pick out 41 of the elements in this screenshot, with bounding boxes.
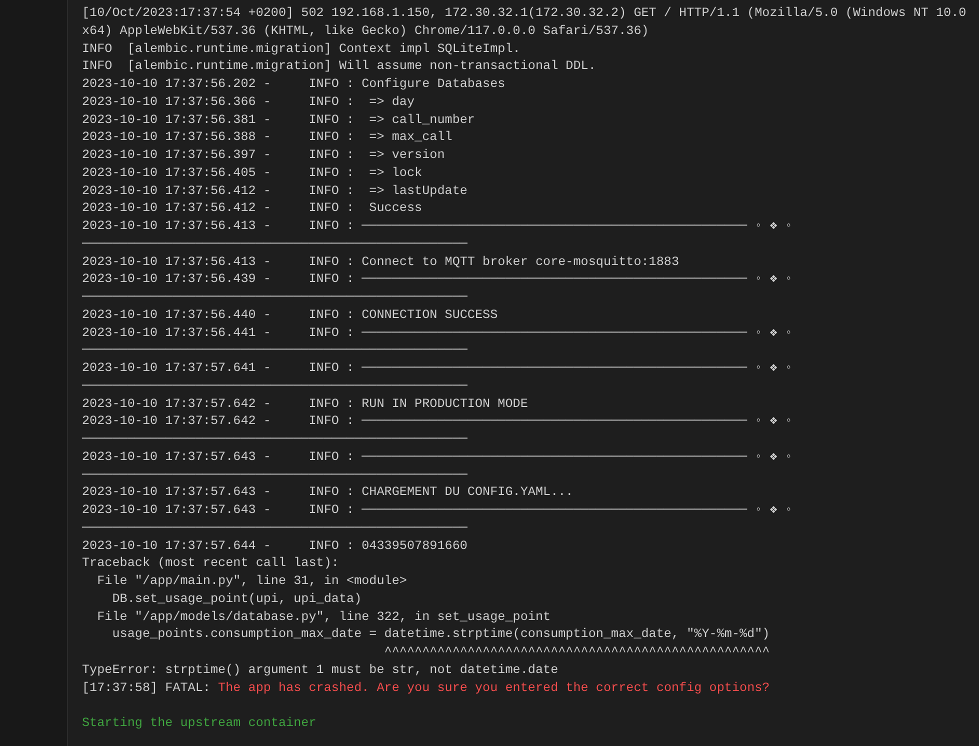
log-line: DB.set_usage_point(upi, upi_data) [111,592,362,606]
log-line: File "/app/models/database.py", line 322, in set_usage_point [96,610,551,624]
log-line: 2023-10-10 17:37:56.413 - INFO : ─────────────────────────────────────────────────── ◦ ❖ ◦ [82,219,792,233]
log-line: 2023-10-10 17:37:56.381 - INFO : => call_number [82,112,475,126]
log-line: 2023-10-10 17:37:56.413 - INFO : Connect to MQTT broker core-mosquitto:1883 [82,254,680,268]
log-line: ─────────────────────────────────────────────────── [82,343,468,358]
log-line: 2023-10-10 17:37:56.441 - INFO : ─────────────────────────────────────────────────── ◦ ❖ ◦ [82,326,792,340]
log-line: ─────────────────────────────────────────────────── [82,290,468,304]
log-line: 2023-10-10 17:37:56.412 - INFO : => lastUpdate [82,184,468,198]
log-line: 2023-10-10 17:37:57.642 - INFO : ─────────────────────────────────────────────────── ◦ ❖ ◦ [82,414,792,428]
log-line: 2023-10-10 17:37:56.388 - INFO : => max_call [82,130,452,144]
log-line: Starting the upstream container [82,716,316,730]
log-line: 2023-10-10 17:37:57.642 - INFO : RUN IN PRODUCTION MODE [82,396,528,410]
log-line: ─────────────────────────────────────────────────── [82,468,468,482]
log-line: ─────────────────────────────────────────────────── [82,520,468,535]
log-line: usage_points.consumption_max_date = datetime.strptime(consumption_max_date, "%Y-%m-%d") [111,627,770,642]
log-line: 2023-10-10 17:37:57.643 - INFO : CHARGEMENT DU CONFIG.YAML... [82,485,574,500]
log-line: ─────────────────────────────────────────────────── [82,432,468,446]
log-line: 2023-10-10 17:37:56.412 - INFO : Success [82,201,422,216]
log-line: 2023-10-10 17:37:57.644 - INFO : 04339507891660 [82,538,468,552]
log-prefix: [17:37:58] FATAL: [82,680,210,694]
log-line: File "/app/main.py", line 31, in <module> [96,574,407,588]
log-line: 2023-10-10 17:37:56.440 - INFO : CONNECTION SUCCESS [82,308,498,322]
log-line: ^^^^^^^^^^^^^^^^^^^^^^^^^^^^^^^^^^^^^^^^^^^^^^^^^^^ [383,645,770,659]
log-line: ─────────────────────────────────────────────────── [82,378,468,393]
log-line: [10/Oct/2023:17:37:54 +0200] 502 192.168.1.150, 172.30.32.1(172.30.32.2) GET / HTTP/1.1 (Mozilla/5.0 (Windows NT 10.0 [82,6,966,20]
log-line: INFO [alembic.runtime.migration] Will assume non-transactional DDL. [82,59,596,74]
log-line: 2023-10-10 17:37:56.397 - INFO : => version [82,148,445,162]
error-message: The app has crashed. Are you sure you entered the correct config options? [218,680,770,694]
log-line: 2023-10-10 17:37:56.202 - INFO : Configure Databases [82,77,506,91]
log-line: 2023-10-10 17:37:56.405 - INFO : => lock [82,166,422,180]
log-line: x64) AppleWebKit/537.36 (KHTML, like Gecko) Chrome/117.0.0.0 Safari/537.36) [82,24,649,38]
log-line: 2023-10-10 17:37:56.439 - INFO : ─────────────────────────────────────────────────── ◦ ❖ ◦ [82,272,792,286]
log-line: 2023-10-10 17:37:57.643 - INFO : ─────────────────────────────────────────────────── ◦ ❖ ◦ [82,503,792,517]
log-line: TypeError: strptime() argument 1 must be str, not datetime.date [82,662,558,677]
log-line: 2023-10-10 17:37:57.641 - INFO : ─────────────────────────────────────────────────── ◦ ❖ ◦ [82,361,792,375]
log-line: INFO [alembic.runtime.migration] Context impl SQLiteImpl. [82,42,520,56]
log-line: 2023-10-10 17:37:56.366 - INFO : => day [82,94,415,109]
log-line: Traceback (most recent call last): [82,556,339,570]
log-line: 2023-10-10 17:37:57.643 - INFO : ─────────────────────────────────────────────────── ◦ ❖ ◦ [82,450,792,464]
log-line: ─────────────────────────────────────────────────── [82,236,468,251]
